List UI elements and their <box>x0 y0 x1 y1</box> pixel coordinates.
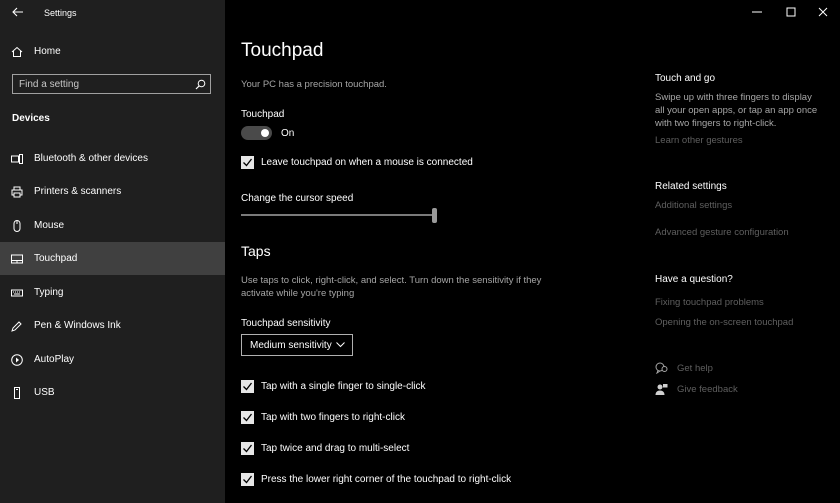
toggle-state-label: On <box>281 128 295 139</box>
feedback-icon <box>655 384 668 395</box>
sidebar-item-home[interactable]: Home <box>0 35 225 68</box>
sidebar-item-label: USB <box>34 387 55 398</box>
tap-option-label: Press the lower right corner of the touc… <box>261 474 512 485</box>
close-icon <box>818 7 828 17</box>
touchpad-label: Touchpad <box>241 109 285 120</box>
sidebar-item-label: AutoPlay <box>34 354 75 365</box>
chat-help-icon <box>655 362 668 374</box>
cursor-speed-slider[interactable] <box>241 206 437 226</box>
additional-settings-link[interactable]: Additional settings <box>655 200 732 211</box>
maximize-icon <box>786 7 796 17</box>
fixing-touchpad-link[interactable]: Fixing touchpad problems <box>655 297 764 308</box>
checkmark-icon <box>243 475 253 484</box>
window-title: Settings <box>44 8 77 18</box>
sidebar-item-label: Touchpad <box>34 253 78 264</box>
taps-description-line1: Use taps to click, right-click, and sele… <box>241 275 542 286</box>
sensitivity-label: Touchpad sensitivity <box>241 318 331 329</box>
sidebar-item-label: Bluetooth & other devices <box>34 153 148 164</box>
chevron-down-icon <box>336 342 345 348</box>
precision-note: Your PC has a precision touchpad. <box>241 79 387 90</box>
tap-option-checkbox[interactable] <box>241 442 254 455</box>
sidebar-item-typing[interactable]: Typing <box>0 276 225 309</box>
sidebar-item-label: Typing <box>34 287 64 298</box>
maximize-button[interactable] <box>774 0 808 24</box>
sidebar-item-label: Printers & scanners <box>34 186 122 197</box>
printer-icon <box>11 186 23 198</box>
back-arrow-icon <box>12 7 23 17</box>
search-box[interactable] <box>12 74 211 94</box>
touch-and-go-line: with two fingers to right-click. <box>655 118 777 129</box>
tap-option-checkbox[interactable] <box>241 380 254 393</box>
sidebar-item-printers[interactable]: Printers & scanners <box>0 175 225 208</box>
checkmark-icon <box>243 382 253 391</box>
get-help-link[interactable]: Get help <box>655 362 755 376</box>
sensitivity-dropdown[interactable]: Medium sensitivity <box>241 334 353 356</box>
search-icon[interactable] <box>195 79 206 90</box>
home-icon <box>11 46 23 57</box>
tap-option-checkbox[interactable] <box>241 473 254 486</box>
sidebar-item-autoplay[interactable]: AutoPlay <box>0 343 225 376</box>
sidebar: Settings Home Devices Bluetooth & other … <box>0 0 225 503</box>
minimize-icon <box>752 11 762 13</box>
search-input[interactable] <box>19 75 189 93</box>
learn-gestures-link[interactable]: Learn other gestures <box>655 135 743 146</box>
leave-on-label: Leave touchpad on when a mouse is connec… <box>261 157 473 168</box>
slider-thumb[interactable] <box>432 208 437 223</box>
tap-option-label: Tap twice and drag to multi-select <box>261 443 410 454</box>
usb-icon <box>14 387 20 399</box>
sidebar-home-label: Home <box>34 46 61 57</box>
sidebar-section-title: Devices <box>12 113 50 124</box>
tap-option-label: Tap with a single finger to single-click <box>261 381 426 392</box>
taps-description-line2: activate while you're typing <box>241 288 355 299</box>
keyboard-icon <box>11 289 23 297</box>
sidebar-item-bluetooth[interactable]: Bluetooth & other devices <box>0 142 225 175</box>
toggle-knob <box>261 129 269 137</box>
get-help-label: Get help <box>677 363 713 374</box>
autoplay-icon <box>11 354 23 366</box>
advanced-gesture-link[interactable]: Advanced gesture configuration <box>655 227 789 238</box>
slider-track <box>241 214 437 216</box>
checkmark-icon <box>243 413 253 422</box>
tap-option-label: Tap with two fingers to right-click <box>261 412 405 423</box>
minimize-button[interactable] <box>740 0 774 24</box>
touch-and-go-line: Swipe up with three fingers to display <box>655 92 812 103</box>
taps-heading: Taps <box>241 243 271 259</box>
mouse-icon <box>13 220 21 232</box>
sidebar-item-mouse[interactable]: Mouse <box>0 209 225 242</box>
page-title: Touchpad <box>241 40 324 61</box>
give-feedback-label: Give feedback <box>677 384 738 395</box>
sidebar-item-label: Mouse <box>34 220 65 231</box>
onscreen-touchpad-link[interactable]: Opening the on-screen touchpad <box>655 317 793 328</box>
back-button[interactable] <box>8 4 28 20</box>
question-title: Have a question? <box>655 274 733 285</box>
touch-and-go-line: all your open apps, or tap an app once <box>655 105 818 116</box>
related-settings-title: Related settings <box>655 181 727 192</box>
sidebar-item-touchpad[interactable]: Touchpad <box>0 242 225 275</box>
touchpad-toggle[interactable] <box>241 126 272 140</box>
cursor-speed-label: Change the cursor speed <box>241 193 354 204</box>
pen-icon <box>11 321 22 332</box>
sensitivity-value: Medium sensitivity <box>250 340 332 351</box>
leave-on-checkbox[interactable] <box>241 156 254 169</box>
touch-and-go-title: Touch and go <box>655 73 716 84</box>
bluetooth-devices-icon <box>11 154 23 164</box>
touchpad-icon <box>11 254 23 264</box>
checkmark-icon <box>243 444 253 453</box>
sidebar-item-pen[interactable]: Pen & Windows Ink <box>0 309 225 342</box>
sidebar-item-usb[interactable]: USB <box>0 376 225 409</box>
checkmark-icon <box>243 158 253 167</box>
sidebar-item-label: Pen & Windows Ink <box>34 320 121 331</box>
close-button[interactable] <box>806 0 840 24</box>
tap-option-checkbox[interactable] <box>241 411 254 424</box>
give-feedback-link[interactable]: Give feedback <box>655 383 765 397</box>
